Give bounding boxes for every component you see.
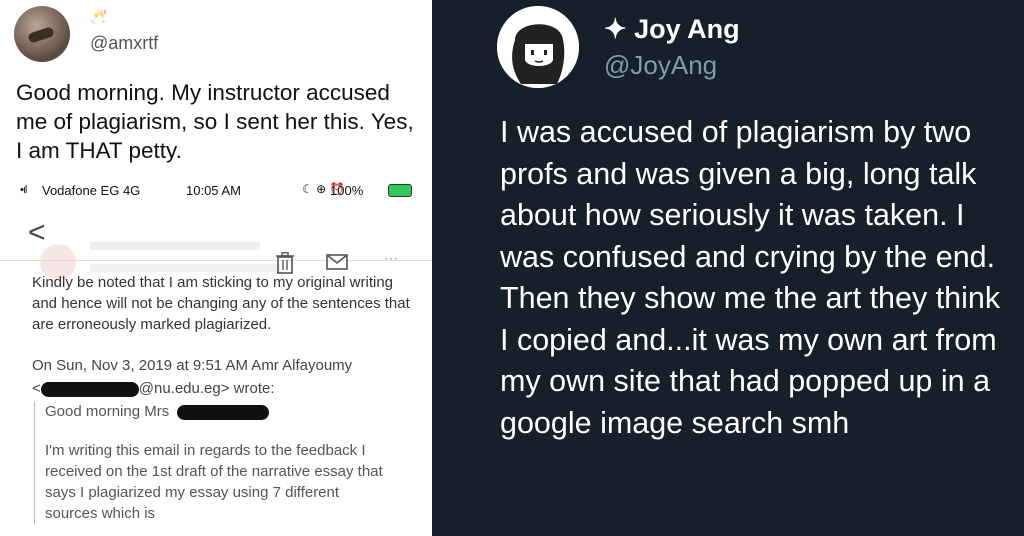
battery-icon [388,184,412,197]
clock: 10:05 AM [186,183,241,198]
redacted-name [177,404,270,420]
battery-percent: 100% [330,183,364,198]
name-emoji: 🥂 [90,8,108,24]
redacted-block [40,381,139,397]
user-handle[interactable]: @amxrtf [90,33,158,54]
display-name[interactable]: ✦ Joy Ang [604,14,740,45]
mail-toolbar: < ⋯ [0,206,432,280]
user-handle[interactable]: @JoyAng [604,50,717,81]
avatar-photo-detail [27,26,55,44]
quoted-message: Good morning Mrs I'm writing this email … [34,401,412,524]
avatar[interactable] [497,6,579,88]
greeting-line: Good morning Mrs [45,401,412,422]
quote-email: @nu.edu.eg> wrote: [138,380,275,397]
status-bar: •ıl Vodafone EG 4G 10:05 AM ☾ ⊕ ⏰ 100% [0,176,432,204]
quoted-body: I'm writing this email in regards to the… [45,442,383,522]
signal-icon: •ıl [20,184,27,196]
avatar[interactable] [14,6,70,62]
email-screenshot: •ıl Vodafone EG 4G 10:05 AM ☾ ⊕ ⏰ 100% < [0,176,432,536]
tweet-text: I was accused of plagiarism by two profs… [500,115,1001,440]
mail-icon[interactable] [326,254,348,270]
trash-icon[interactable] [276,252,294,274]
carrier-label: Vodafone EG 4G [42,183,141,198]
more-icon[interactable]: ⋯ [384,250,399,267]
left-panel: 🥂 @amxrtf Good morning. My instructor ac… [0,0,432,536]
tweet-text: Good morning. My instructor accused me o… [16,80,414,163]
quote-lt: < [32,380,41,397]
cartoon-girl-icon [497,6,579,88]
ghost-subject [90,264,280,272]
quote-header: On Sun, Nov 3, 2019 at 9:51 AM Amr Alfay… [32,357,353,374]
greeting: Good morning Mrs [45,403,170,420]
ghost-sender [90,242,260,250]
back-button[interactable]: < [28,216,46,250]
quote-sender: < @nu.edu.eg> wrote: [32,378,412,399]
reply-text: Kindly be noted that I am sticking to my… [32,274,410,333]
email-body: Kindly be noted that I am sticking to my… [32,272,412,524]
